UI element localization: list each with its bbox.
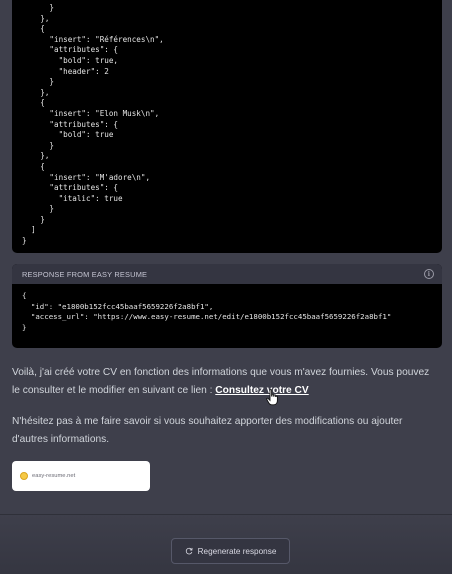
assistant-followup-paragraph: N'hésitez pas à me faire savoir si vous … (12, 416, 403, 445)
code-line: "attributes": { (22, 183, 119, 193)
code-line: } (22, 214, 45, 224)
assistant-message-paragraph: Voilà, j'ai créé votre CV en fonction de… (12, 364, 440, 400)
code-line: } (22, 3, 55, 12)
regenerate-label: Regenerate response (197, 546, 277, 556)
code-line: { (22, 161, 45, 171)
code-line: } (22, 204, 55, 214)
response-code-line: "id": "e1800b152fcc45baaf5659226f2a8bf1"… (22, 301, 214, 311)
code-line: { (22, 98, 45, 108)
code-line: "italic": true (22, 193, 123, 203)
code-line: } (22, 140, 55, 150)
code-line: "attributes": { (22, 119, 119, 129)
response-code-line: } (22, 322, 27, 332)
code-line: } (22, 77, 55, 87)
response-panel-header: RESPONSE FROM EASY RESUME i (12, 264, 442, 284)
response-code-line: { (22, 291, 27, 300)
code-line: { (22, 24, 45, 34)
response-code-line: "access_url": "https://www.easy-resume.n… (22, 312, 392, 322)
site-favicon-icon (20, 472, 28, 480)
code-line: }, (22, 13, 50, 23)
code-line: }, (22, 151, 50, 161)
code-line: "insert": "Références\n", (22, 34, 164, 44)
info-icon[interactable]: i (424, 269, 434, 279)
code-line: "insert": "M'adore\n", (22, 172, 151, 182)
plugin-request-code-block: } }, { "insert": "Références\n", "attrib… (12, 0, 442, 253)
hand-pointer-icon (266, 389, 278, 406)
cv-link[interactable]: Consultez votre CV (215, 385, 308, 396)
code-line: "bold": true (22, 130, 114, 140)
link-card-domain: easy-resume.net (32, 473, 76, 479)
response-json-code: { "id": "e1800b152fcc45baaf5659226f2a8bf… (12, 284, 442, 333)
code-line: }, (22, 87, 50, 97)
code-line: ] (22, 225, 36, 235)
response-panel-title: RESPONSE FROM EASY RESUME (22, 269, 148, 279)
regenerate-response-button[interactable]: Regenerate response (171, 538, 290, 564)
plugin-response-panel: RESPONSE FROM EASY RESUME i { "id": "e18… (12, 264, 442, 348)
code-line: "insert": "Elon Musk\n", (22, 108, 160, 118)
code-line: "header": 2 (22, 66, 109, 76)
refresh-icon (185, 547, 193, 555)
code-line: } (22, 236, 27, 246)
link-preview-card[interactable]: easy-resume.net (12, 461, 150, 491)
code-line: "bold": true, (22, 55, 119, 65)
code-line: "attributes": { (22, 45, 119, 55)
